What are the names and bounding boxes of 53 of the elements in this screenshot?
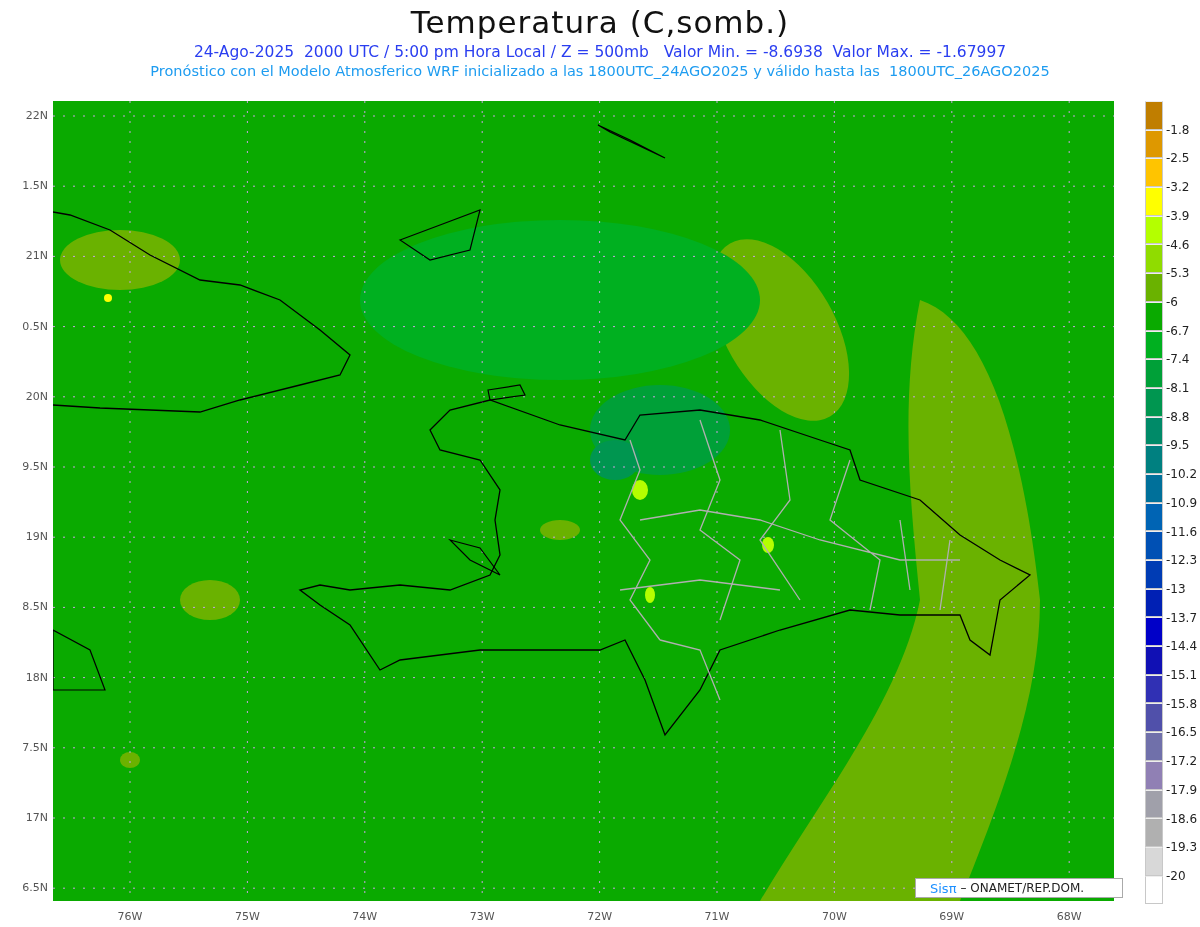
- latitude-label: 6.5N: [21, 880, 48, 897]
- latitude-label: 9.5N: [21, 459, 48, 475]
- scale-label: -3.2: [1166, 179, 1190, 196]
- scale-label: -3.9: [1166, 207, 1190, 224]
- latitude-label: 18N: [24, 669, 48, 686]
- scale-label: -15.8: [1166, 695, 1198, 712]
- scale-label: -6: [1166, 293, 1178, 310]
- scale-label: -17.9: [1166, 781, 1198, 798]
- scale-label: -15.1: [1166, 667, 1198, 683]
- scale-label: -10.9: [1166, 494, 1198, 511]
- latitude-label: 21N: [24, 248, 48, 265]
- longitude-label: 72W: [586, 910, 614, 923]
- scale-label: -9.5: [1166, 437, 1190, 454]
- scale-label: -8.1: [1166, 380, 1190, 396]
- chart-subtitle: 24-Ago-2025 2000 UTC / 5:00 pm Hora Local / Z = 500mb Valor Min. = -8.6938 Valor Max. = -1.67997: [193, 42, 1007, 62]
- chart-title: Temperatura (C,somb.): [410, 4, 790, 40]
- scale-label: -1.8: [1166, 121, 1190, 138]
- longitude-label: 68W: [1055, 910, 1083, 923]
- latitude-label: 7.5N: [21, 739, 48, 756]
- longitude-label: 76W: [116, 910, 144, 923]
- scale-label: -19.3: [1166, 839, 1198, 856]
- scale-label: -12.3: [1166, 552, 1198, 569]
- logo-text: Sisπ: [930, 880, 957, 896]
- longitude-label: 73W: [468, 910, 496, 923]
- longitude-label: 71W: [703, 910, 731, 923]
- scale-label: -6.7: [1166, 322, 1190, 339]
- scale-label: -4.6: [1166, 236, 1190, 253]
- longitude-label: 70W: [820, 910, 848, 923]
- longitude-label: 69W: [938, 910, 966, 923]
- scale-label: -13.7: [1166, 609, 1198, 626]
- scale-label: -16.5: [1166, 724, 1198, 741]
- scale-label: -2.5: [1166, 150, 1190, 167]
- scale-label: -18.6: [1166, 810, 1198, 827]
- longitude-label: 75W: [233, 910, 261, 923]
- latitude-label: 17N: [24, 810, 48, 826]
- latitude-label: 19N: [24, 529, 48, 546]
- chart-description: Pronóstico con el Modelo Atmosferico WRF inicializado a las 1800UTC_24AGO2025 y válido hasta las 1800UTC_26AGO2025: [150, 62, 1050, 80]
- scale-label: -20: [1166, 867, 1186, 884]
- longitude-label: 74W: [351, 910, 379, 923]
- latitude-label: 8.5N: [21, 599, 48, 616]
- scale-label: -8.8: [1166, 408, 1190, 425]
- scale-label: -7.4: [1166, 351, 1190, 368]
- latitude-label: 22N: [24, 108, 48, 124]
- latitude-label: 0.5N: [21, 318, 48, 335]
- scale-label: -13: [1166, 580, 1186, 597]
- scale-label: -5.3: [1166, 265, 1190, 282]
- latitude-label: 1.5N: [21, 178, 48, 195]
- latitude-label: 20N: [24, 388, 48, 405]
- scale-label: -17.2: [1166, 753, 1198, 770]
- scale-label: -10.2: [1166, 466, 1198, 483]
- scale-label: -14.4: [1166, 638, 1198, 655]
- credit-text: – ONAMET/REP.DOM.: [960, 881, 1085, 895]
- scale-label: -11.6: [1166, 523, 1198, 540]
